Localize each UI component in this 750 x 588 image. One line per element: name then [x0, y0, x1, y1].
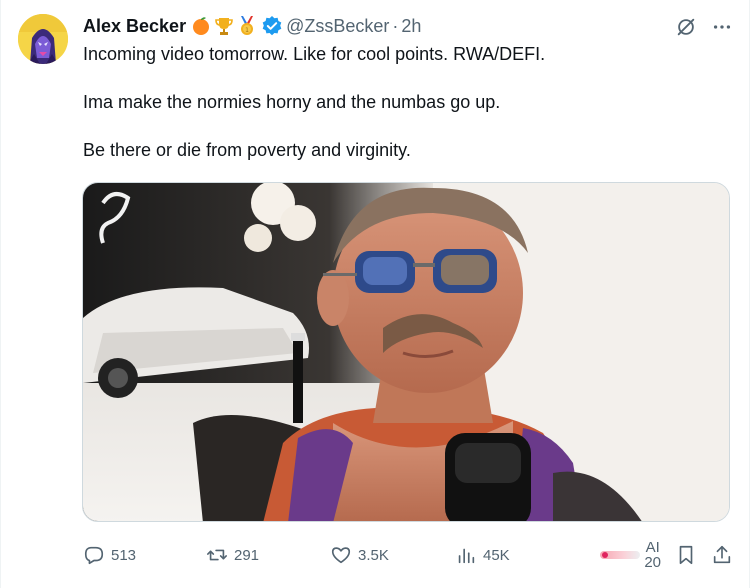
reply-icon	[84, 546, 104, 565]
action-bar-right: AI 20	[600, 540, 733, 570]
avatar[interactable]	[18, 14, 68, 64]
bookmark-icon	[679, 545, 693, 565]
top-actions	[675, 16, 733, 38]
trophy-badge-icon	[213, 15, 235, 37]
ai-count: 20	[644, 554, 661, 571]
bookmark-button[interactable]	[675, 544, 697, 566]
tweet-text: Incoming video tomorrow. Like for cool p…	[83, 42, 723, 162]
share-icon	[713, 545, 731, 564]
retweet-icon	[207, 549, 227, 561]
post-time[interactable]: 2h	[401, 16, 421, 37]
tweet-media[interactable]	[82, 182, 730, 522]
tweet[interactable]: Alex Becker 1 @ZssBecker · 2h Incoming v…	[0, 0, 750, 588]
reply-count: 513	[111, 546, 137, 564]
like-button[interactable]: 3.5K	[330, 540, 389, 570]
tweet-line: Incoming video tomorrow. Like for cool p…	[83, 44, 546, 64]
retweet-count: 291	[234, 546, 260, 564]
ai-label: AI	[645, 539, 660, 556]
separator-dot: ·	[392, 15, 399, 36]
like-count: 3.5K	[358, 546, 389, 564]
author-name[interactable]: Alex Becker	[83, 16, 186, 37]
action-bar: 513 291 3.5K 45K AI 20	[83, 540, 733, 570]
ai-bar	[600, 551, 641, 559]
ai-indicator[interactable]: AI 20	[600, 540, 661, 570]
reply-button[interactable]: 513	[83, 540, 136, 570]
more-icon[interactable]	[711, 16, 733, 38]
tweet-line	[83, 66, 723, 90]
heart-icon	[331, 547, 351, 564]
views-button[interactable]: 45K	[455, 540, 510, 570]
tweet-line	[83, 114, 723, 138]
tweet-line: Ima make the normies horny and the numba…	[83, 92, 501, 112]
ai-text: AI 20	[644, 540, 661, 570]
svg-text:1: 1	[245, 27, 249, 34]
views-count: 45K	[483, 546, 510, 564]
grok-icon[interactable]	[675, 16, 697, 38]
tweet-line: Be there or die from poverty and virgini…	[83, 140, 411, 160]
verified-icon	[261, 15, 283, 37]
tweet-header: Alex Becker 1 @ZssBecker · 2h	[83, 14, 421, 38]
orange-badge-icon	[190, 15, 212, 37]
views-icon	[458, 548, 475, 564]
author-handle[interactable]: @ZssBecker	[286, 16, 389, 37]
medal-badge-icon: 1	[236, 15, 258, 37]
share-button[interactable]	[711, 544, 733, 566]
retweet-button[interactable]: 291	[206, 540, 259, 570]
